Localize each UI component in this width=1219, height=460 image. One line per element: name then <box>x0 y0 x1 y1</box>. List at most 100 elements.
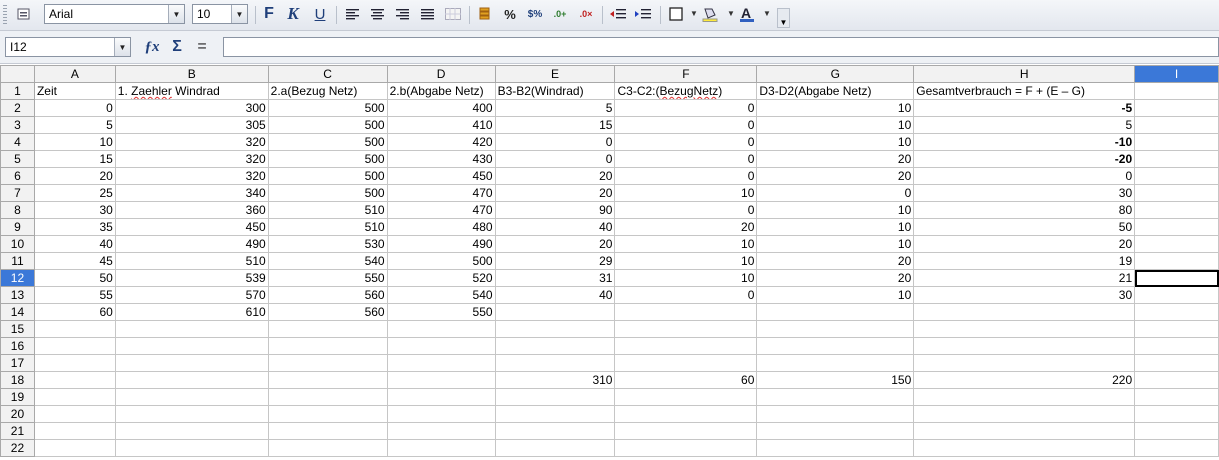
cell[interactable] <box>1134 201 1219 219</box>
cell[interactable] <box>614 303 758 321</box>
cell[interactable] <box>1134 388 1219 406</box>
cell[interactable]: 340 <box>114 184 269 202</box>
row-header[interactable]: 4 <box>0 133 35 151</box>
cell[interactable] <box>267 320 388 338</box>
cell[interactable]: 0 <box>33 99 116 117</box>
row-header[interactable]: 9 <box>0 218 35 236</box>
cell[interactable]: 500 <box>267 167 388 185</box>
row-header[interactable]: 6 <box>0 167 35 185</box>
row-header[interactable]: 15 <box>0 320 35 338</box>
cell[interactable] <box>33 405 116 423</box>
cell[interactable] <box>756 354 915 372</box>
cell[interactable]: 35 <box>33 218 116 236</box>
cell[interactable]: 0 <box>756 184 915 202</box>
cell[interactable]: 610 <box>114 303 269 321</box>
cell[interactable]: 10 <box>756 133 915 151</box>
cell[interactable] <box>386 405 496 423</box>
column-header-selected[interactable]: I <box>1134 65 1219 83</box>
select-all-corner[interactable] <box>0 65 35 83</box>
chevron-down-icon[interactable]: ▼ <box>231 5 247 23</box>
increase-indent-button[interactable] <box>633 4 653 24</box>
cell[interactable] <box>114 439 269 457</box>
cell[interactable]: 0 <box>494 150 616 168</box>
cell[interactable]: 360 <box>114 201 269 219</box>
percent-format-button[interactable]: % <box>500 4 520 24</box>
cell[interactable]: -20 <box>913 150 1136 168</box>
cell[interactable]: 2.a(Bezug Netz) <box>267 82 388 100</box>
cell[interactable]: 320 <box>114 150 269 168</box>
cell[interactable]: 420 <box>386 133 496 151</box>
name-box-value[interactable]: I12 <box>6 40 114 54</box>
cell[interactable]: 5 <box>33 116 116 134</box>
cell[interactable]: 470 <box>386 201 496 219</box>
cell[interactable] <box>114 422 269 440</box>
row-header[interactable]: 3 <box>0 116 35 134</box>
cell[interactable]: 80 <box>913 201 1136 219</box>
function-wizard-button[interactable]: ƒx <box>141 38 163 56</box>
cell[interactable]: 10 <box>614 252 758 270</box>
cell[interactable] <box>1134 422 1219 440</box>
cell[interactable] <box>913 422 1136 440</box>
cell[interactable] <box>267 371 388 389</box>
cell[interactable] <box>1134 405 1219 423</box>
cell[interactable] <box>494 422 616 440</box>
cell[interactable]: 21 <box>913 269 1136 287</box>
cell[interactable] <box>386 439 496 457</box>
cell[interactable] <box>267 422 388 440</box>
cell[interactable] <box>114 354 269 372</box>
cell[interactable] <box>1134 235 1219 253</box>
cell[interactable]: 520 <box>386 269 496 287</box>
cell[interactable] <box>494 354 616 372</box>
name-box[interactable]: I12 ▼ <box>5 37 131 57</box>
cell[interactable] <box>756 337 915 355</box>
cell[interactable] <box>1134 167 1219 185</box>
cell[interactable]: 560 <box>267 286 388 304</box>
cell[interactable]: 50 <box>913 218 1136 236</box>
cell[interactable] <box>33 439 116 457</box>
cell[interactable] <box>1134 354 1219 372</box>
cell[interactable]: 150 <box>756 371 915 389</box>
cell[interactable]: 60 <box>33 303 116 321</box>
delete-decimal-button[interactable]: .0× <box>576 4 596 24</box>
cell[interactable]: 20 <box>756 167 915 185</box>
cell[interactable] <box>1134 133 1219 151</box>
cell[interactable] <box>1134 99 1219 117</box>
cell[interactable]: 320 <box>114 167 269 185</box>
cell[interactable]: 90 <box>494 201 616 219</box>
cell[interactable]: 20 <box>614 218 758 236</box>
column-header[interactable]: D <box>386 65 496 83</box>
cell[interactable]: -10 <box>913 133 1136 151</box>
cell[interactable]: 30 <box>913 184 1136 202</box>
cell[interactable]: 55 <box>33 286 116 304</box>
cell[interactable]: 540 <box>386 286 496 304</box>
column-header[interactable]: C <box>267 65 388 83</box>
cell[interactable]: 45 <box>33 252 116 270</box>
font-size-combo[interactable]: 10 ▼ <box>192 4 248 24</box>
cell[interactable]: 310 <box>494 371 616 389</box>
chevron-down-icon[interactable]: ▼ <box>690 9 698 18</box>
cell[interactable]: 1. Zaehler Windrad <box>114 82 269 100</box>
cell[interactable] <box>494 303 616 321</box>
cell[interactable]: 500 <box>267 99 388 117</box>
cell[interactable]: 20 <box>756 269 915 287</box>
cell[interactable]: C3-C2:(BezugNetz) <box>614 82 758 100</box>
row-header-selected[interactable]: 12 <box>0 269 35 287</box>
cell[interactable] <box>386 422 496 440</box>
currency-format-button[interactable] <box>475 4 495 24</box>
cell[interactable] <box>1134 286 1219 304</box>
cell[interactable]: 0 <box>614 133 758 151</box>
cell[interactable] <box>114 388 269 406</box>
cell[interactable]: 10 <box>614 269 758 287</box>
cell[interactable] <box>756 303 915 321</box>
cell[interactable]: 560 <box>267 303 388 321</box>
cell[interactable]: 15 <box>494 116 616 134</box>
cell[interactable] <box>614 388 758 406</box>
styles-icon[interactable] <box>14 4 34 24</box>
cell[interactable]: 10 <box>756 116 915 134</box>
row-header[interactable]: 16 <box>0 337 35 355</box>
cell[interactable] <box>386 371 496 389</box>
column-header[interactable]: B <box>114 65 269 83</box>
add-decimal-button[interactable]: .0+ <box>550 4 570 24</box>
cell[interactable]: 430 <box>386 150 496 168</box>
font-name-combo[interactable]: Arial ▼ <box>44 4 185 24</box>
